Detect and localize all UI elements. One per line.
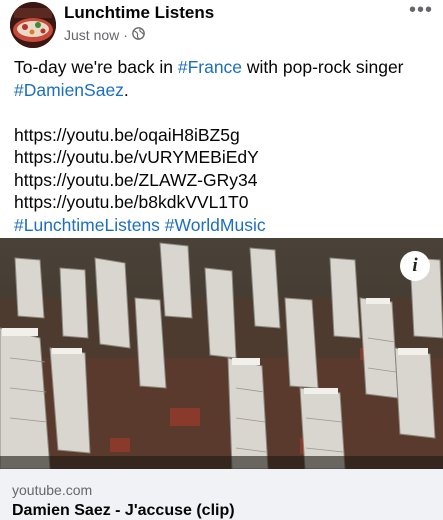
youtube-link-1[interactable]: https://youtu.be/oqaiH8iBZ5g — [14, 124, 434, 147]
hashtag-lunchtimelistens[interactable]: #LunchtimeListens — [14, 215, 160, 235]
city-aerial-image — [0, 238, 443, 469]
page-avatar[interactable] — [10, 2, 56, 48]
page-name[interactable]: Lunchtime Listens — [64, 3, 214, 23]
globe-icon — [132, 27, 145, 43]
preview-domain: youtube.com — [12, 482, 93, 498]
preview-title[interactable]: Damien Saez - J'accuse (clip) — [12, 502, 235, 520]
video-thumbnail[interactable]: i — [0, 238, 443, 469]
hashtag-line: #LunchtimeListens #WorldMusic — [14, 214, 434, 237]
hashtag-damiensaez[interactable]: #DamienSaez — [14, 80, 124, 100]
youtube-link-4[interactable]: https://youtu.be/b8kdkVVL1T0 — [14, 191, 434, 214]
post-timestamp[interactable]: Just now — [64, 27, 119, 43]
youtube-link-2[interactable]: https://youtu.be/vURYMEBiEdY — [14, 146, 434, 169]
post-line-1: To-day we're back in #France with pop-ro… — [14, 57, 404, 77]
link-preview[interactable]: youtube.com Damien Saez - J'accuse (clip… — [0, 469, 443, 520]
post-line-2: #DamienSaez. — [14, 79, 129, 100]
hashtag-worldmusic[interactable]: #WorldMusic — [165, 215, 266, 235]
post-meta: Just now · — [64, 27, 145, 43]
meta-separator: · — [123, 27, 128, 43]
hashtag-france[interactable]: #France — [178, 57, 242, 77]
post-header: Lunchtime Listens Just now · ••• — [0, 0, 443, 52]
info-icon[interactable]: i — [400, 251, 430, 281]
youtube-link-3[interactable]: https://youtu.be/ZLAWZ-GRy34 — [14, 169, 434, 192]
more-options-icon[interactable]: ••• — [409, 0, 433, 20]
post-body: To-day we're back in #France with pop-ro… — [14, 56, 434, 236]
